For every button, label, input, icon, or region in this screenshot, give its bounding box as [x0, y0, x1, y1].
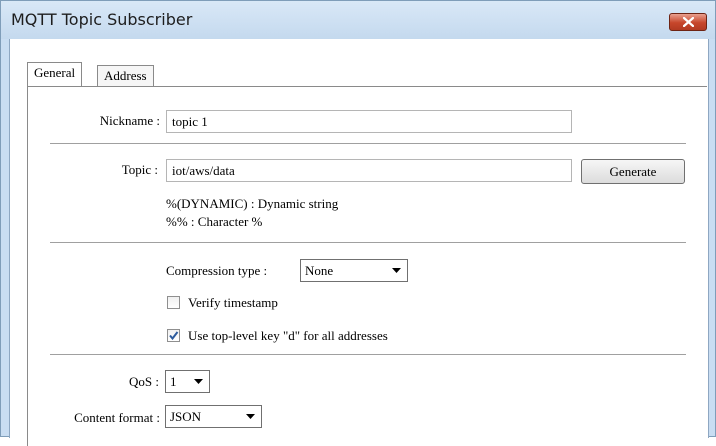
separator	[50, 143, 686, 145]
check-mark-icon	[169, 331, 179, 341]
nickname-label: Nickname :	[99, 113, 160, 128]
hint-character-percent: %% : Character %	[166, 214, 263, 229]
chevron-down-icon	[194, 379, 203, 384]
hint-dynamic-string: %(DYNAMIC) : Dynamic string	[166, 196, 339, 211]
chevron-down-icon	[392, 268, 401, 273]
verify-timestamp-checkbox[interactable]	[167, 296, 180, 309]
compression-type-select[interactable]: None	[300, 259, 408, 282]
content-format-value: JSON	[170, 409, 202, 424]
content-format-select[interactable]: JSON	[165, 405, 262, 428]
verify-timestamp-label: Verify timestamp	[188, 295, 278, 310]
chevron-down-icon	[246, 414, 255, 419]
close-icon	[683, 17, 694, 27]
tab-address[interactable]: Address	[97, 65, 154, 87]
nickname-field[interactable]: topic 1	[166, 110, 572, 133]
close-button[interactable]	[669, 13, 707, 31]
qos-select[interactable]: 1	[165, 370, 210, 393]
top-level-key-checkbox[interactable]	[167, 329, 180, 342]
top-level-key-label: Use top-level key "d" for all addresses	[188, 328, 388, 343]
tab-general[interactable]: General	[27, 62, 83, 86]
generate-button[interactable]: Generate	[581, 159, 685, 184]
topic-field[interactable]: iot/aws/data	[166, 159, 572, 182]
title-bar[interactable]: MQTT Topic Subscriber	[1, 1, 715, 39]
window-title: MQTT Topic Subscriber	[11, 10, 193, 29]
content-format-label: Content format :	[74, 410, 160, 425]
topic-label: Topic :	[121, 162, 158, 177]
tab-strip-border	[27, 86, 707, 87]
compression-type-label: Compression type :	[166, 263, 268, 278]
qos-value: 1	[170, 374, 177, 389]
separator	[50, 242, 686, 244]
separator	[50, 354, 686, 356]
compression-type-value: None	[305, 263, 334, 278]
qos-label: QoS :	[129, 374, 159, 389]
